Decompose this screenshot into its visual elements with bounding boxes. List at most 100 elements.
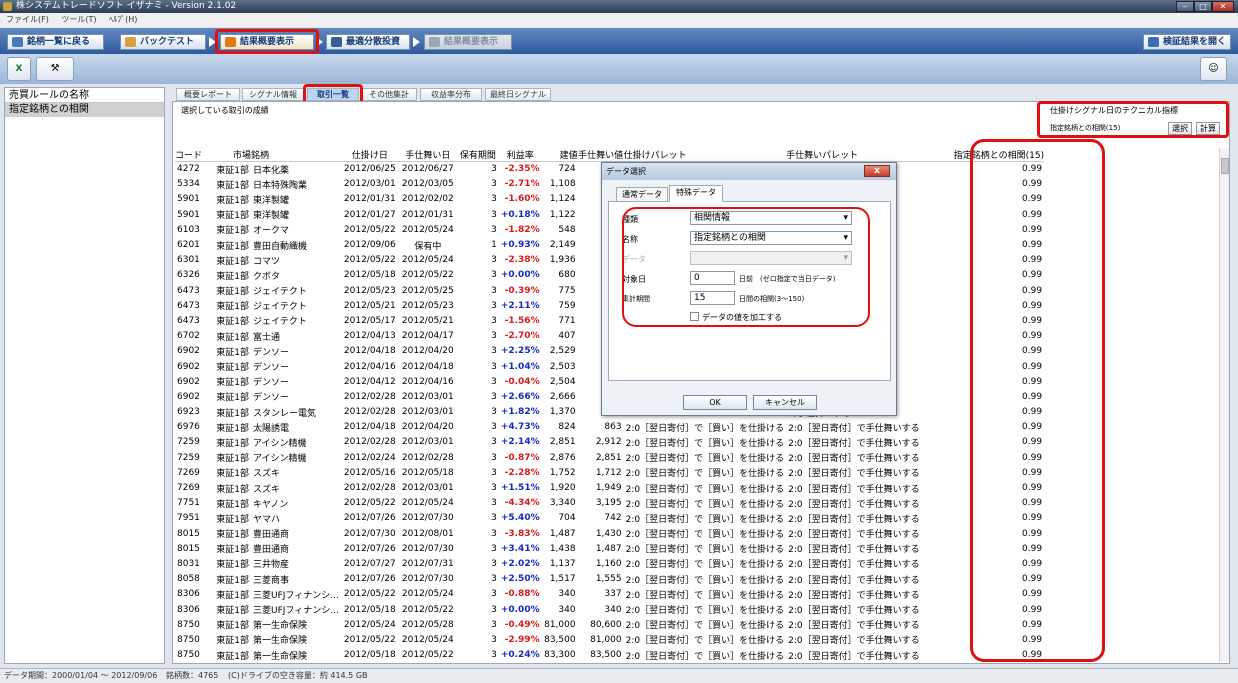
table-row[interactable]: 8306 東証1部 三菱UFJフィナンシ... 2012/05/18 2012/05/2…: [175, 602, 1044, 617]
col-return[interactable]: 利益率: [498, 148, 542, 162]
table-cell: -1.60%: [504, 194, 540, 205]
table-row[interactable]: 8750 東証1部 第一生命保険 2012/05/18 2012/05/22 3 +0.24…: [175, 648, 1044, 663]
table-cell: 81,000: [544, 619, 576, 630]
table-cell: 3: [491, 528, 497, 539]
col-entry-date[interactable]: 仕掛け日: [340, 148, 399, 162]
table-cell: 1,936: [549, 255, 576, 266]
table-row[interactable]: 7269 東証1部 スズキ 2012/05/16 2012/05/18 3 -2.28% 1,…: [175, 465, 1044, 480]
table-cell: 2012/05/25: [401, 285, 454, 296]
table-cell: 3: [491, 543, 497, 554]
table-cell: -3.83%: [504, 528, 540, 539]
col-market[interactable]: 市場: [209, 148, 251, 162]
dialog-close-button[interactable]: x: [864, 165, 890, 177]
optimize-button[interactable]: 最適分散投資: [326, 34, 410, 50]
col-entry-palette[interactable]: 仕掛けパレット: [623, 148, 787, 162]
table-cell: 2:0［翌日寄付］で手仕舞いする: [788, 484, 920, 495]
table-row[interactable]: 8750 東証1部 第一生命保険 2012/05/24 2012/05/28 3 -0.49…: [175, 617, 1044, 632]
table-scrollbar[interactable]: [1219, 148, 1229, 662]
table-cell: 1,137: [549, 558, 576, 569]
table-cell: デンソー: [253, 363, 290, 374]
col-exit-price[interactable]: 手仕舞い値: [577, 148, 624, 162]
table-row[interactable]: 6976 東証1部 太陽誘電 2012/04/18 2012/04/20 3 +4.73% 8…: [175, 420, 1044, 435]
menu-help[interactable]: ﾍﾙﾌﾟ(H): [109, 15, 137, 24]
table-cell: 2012/05/24: [401, 589, 454, 600]
table-row[interactable]: 8031 東証1部 三井物産 2012/07/27 2012/07/31 3 +2.02% 1…: [175, 556, 1044, 571]
table-row[interactable]: 7951 東証1部 ヤマハ 2012/07/26 2012/07/30 3 +5.40% 70…: [175, 511, 1044, 526]
table-cell: -0.04%: [504, 376, 540, 387]
table-row[interactable]: 8306 東証1部 三菱UFJフィナンシ... 2012/05/22 2012/05/2…: [175, 587, 1044, 602]
table-cell: 2012/05/22: [401, 604, 454, 615]
table-cell: 2012/09/06: [343, 240, 396, 251]
status-count: 銘柄数：4765: [166, 671, 219, 680]
back-to-list-button[interactable]: 銘柄一覧に戻る: [7, 34, 104, 50]
table-cell: 3: [491, 224, 497, 235]
table-cell: 3: [491, 422, 497, 433]
scrollbar-thumb[interactable]: [1221, 158, 1229, 174]
tab-normal-data[interactable]: 通常データ: [616, 187, 668, 202]
col-exit-palette[interactable]: 手仕舞いパレット: [786, 148, 923, 162]
table-cell: 2:0［翌日寄付］で手仕舞いする: [788, 438, 920, 449]
tools-icon[interactable]: ⚒: [36, 57, 74, 81]
table-cell: 1,487: [549, 528, 576, 539]
table-cell: 2:0［翌日寄付］で手仕舞いする: [788, 606, 920, 617]
table-cell: 2:0［翌日寄付］で手仕舞いする: [788, 454, 920, 465]
table-header: コード 市場 銘柄 仕掛け日 手仕舞い日 保有期間 利益率 建値 手仕舞い値 仕…: [175, 148, 1045, 162]
table-row[interactable]: 7751 東証1部 キヤノン 2012/05/22 2012/05/24 3 -4.34% 3…: [175, 496, 1044, 511]
table-cell: アイシン精機: [253, 438, 307, 449]
table-cell: 8750: [177, 650, 200, 661]
table-row[interactable]: 7259 東証1部 アイシン精機 2012/02/24 2012/02/28 3 -0.87…: [175, 450, 1044, 465]
col-name[interactable]: 銘柄: [251, 148, 341, 162]
table-row[interactable]: 8015 東証1部 豊田通商 2012/07/30 2012/08/01 3 -3.83% 1…: [175, 526, 1044, 541]
backtest-button[interactable]: バックテスト: [120, 34, 206, 50]
table-cell: 2:0［翌日寄付］で手仕舞いする: [788, 636, 920, 647]
menu-file[interactable]: ファイル(F): [6, 15, 49, 24]
table-row[interactable]: 8058 東証1部 三菱商事 2012/07/26 2012/07/30 3 +2.50% 1…: [175, 572, 1044, 587]
open-result-button[interactable]: 検証結果を開く: [1143, 34, 1231, 50]
tab-overview[interactable]: 概要レポート: [176, 88, 240, 101]
table-cell: 東証1部: [216, 180, 249, 191]
csv-export-icon[interactable]: X: [7, 57, 31, 81]
summary2-button[interactable]: 結果概要表示: [424, 34, 512, 50]
table-cell: -2.99%: [504, 634, 540, 645]
table-cell: 2012/02/28: [343, 437, 396, 448]
table-cell: 東証1部: [216, 499, 249, 510]
table-row[interactable]: 7269 東証1部 スズキ 2012/02/28 2012/03/01 3 +1.51% 1,…: [175, 480, 1044, 495]
table-row[interactable]: 7259 東証1部 アイシン精機 2012/02/28 2012/03/01 3 +2.14…: [175, 435, 1044, 450]
table-cell: 2012/02/24: [343, 452, 396, 463]
tab-lastday[interactable]: 最終日シグナル: [485, 88, 551, 101]
menu-tools[interactable]: ツール(T): [61, 15, 96, 24]
table-cell: 2012/02/28: [343, 483, 396, 494]
table-cell: -0.87%: [504, 452, 540, 463]
table-row[interactable]: 8015 東証1部 豊田通商 2012/07/26 2012/07/30 3 +3.41% 1…: [175, 541, 1044, 556]
col-exit-date[interactable]: 手仕舞い日: [398, 148, 457, 162]
tab-other[interactable]: その他集計: [361, 88, 417, 101]
table-cell: +2.11%: [500, 300, 540, 311]
col-code[interactable]: コード: [175, 148, 209, 162]
table-cell: 2012/04/16: [343, 361, 396, 372]
ok-button[interactable]: OK: [683, 395, 747, 410]
table-cell: 2:0［翌日寄付］で手仕舞いする: [788, 499, 920, 510]
highlight-indicator: [1037, 101, 1229, 138]
table-cell: 東証1部: [216, 211, 249, 222]
table-cell: 2012/02/02: [401, 194, 454, 205]
tab-special-data[interactable]: 特殊データ: [669, 185, 723, 202]
minimize-button[interactable]: –: [1176, 1, 1194, 12]
table-cell: 7269: [177, 483, 200, 494]
cancel-button[interactable]: キャンセル: [753, 395, 817, 410]
table-cell: 6473: [177, 285, 200, 296]
tab-distribution[interactable]: 収益率分布: [420, 88, 482, 101]
table-cell: 2012/02/28: [343, 407, 396, 418]
col-entry-price[interactable]: 建値: [541, 148, 578, 162]
table-row[interactable]: 8750 東証1部 第一生命保険 2012/05/22 2012/05/24 3 -2.99…: [175, 632, 1044, 647]
assistant-icon[interactable]: ☺: [1200, 57, 1227, 81]
tab-signal[interactable]: シグナル情報: [242, 88, 304, 101]
rule-list-item[interactable]: 指定銘柄との相関: [5, 103, 164, 117]
table-cell: 東証1部: [216, 560, 249, 571]
table-cell: 3: [491, 574, 497, 585]
col-holding[interactable]: 保有期間: [456, 148, 499, 162]
close-button[interactable]: ✕: [1212, 1, 1234, 12]
maximize-button[interactable]: □: [1194, 1, 1212, 12]
table-cell: 2,529: [549, 346, 576, 357]
table-cell: コマツ: [253, 256, 281, 267]
table-cell: 3: [491, 164, 497, 175]
